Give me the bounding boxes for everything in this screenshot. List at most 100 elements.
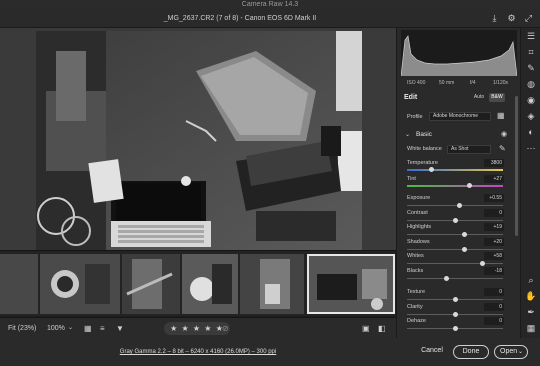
- workflow-options-link[interactable]: Gray Gamma 2.2 – 8 bit – 6240 x 4160 (26…: [0, 338, 396, 366]
- filmstrip-thumb[interactable]: [182, 254, 238, 314]
- slider-row-whites: Whites +58: [397, 252, 520, 266]
- visibility-eye-icon[interactable]: ◉: [501, 130, 507, 138]
- filmstrip-thumb[interactable]: [240, 254, 304, 314]
- done-button[interactable]: Done: [453, 345, 489, 359]
- dehaze-knob[interactable]: [453, 326, 458, 331]
- sampler-icon[interactable]: ✒: [525, 306, 537, 318]
- filmstrip-thumb-selected[interactable]: [307, 254, 395, 314]
- contrast-slider[interactable]: [407, 217, 503, 223]
- filmstrip-thumb[interactable]: [40, 254, 120, 314]
- profile-dropdown[interactable]: Adobe Monochrome: [429, 112, 491, 121]
- fullscreen-icon[interactable]: ⤢: [523, 13, 534, 24]
- tint-label: Tint: [407, 176, 416, 182]
- image-canvas[interactable]: [0, 28, 396, 250]
- texture-knob[interactable]: [453, 297, 458, 302]
- cancel-button[interactable]: Cancel: [414, 345, 450, 359]
- compare-view-icon[interactable]: ▣: [362, 318, 370, 339]
- filter-icon[interactable]: ▼: [116, 318, 124, 339]
- file-name: _MG_2637.CR2 (7 of 8) - Canon EOS 6D Mar…: [163, 15, 317, 22]
- healing-brush-icon[interactable]: ✎: [525, 62, 537, 74]
- edit-header: Edit Auto B&W: [397, 90, 520, 106]
- eyedropper-icon[interactable]: ✎: [499, 144, 506, 153]
- white-balance-dropdown[interactable]: As Shot: [447, 145, 491, 154]
- slider-row-dehaze: Dehaze 0: [397, 317, 520, 331]
- whites-knob[interactable]: [480, 261, 485, 266]
- hand-icon[interactable]: ✋: [525, 290, 537, 302]
- blacks-knob[interactable]: [444, 275, 449, 281]
- whites-value[interactable]: +58: [484, 252, 504, 260]
- shadows-slider[interactable]: [407, 246, 503, 252]
- dehaze-slider[interactable]: [407, 326, 503, 331]
- exposure-value[interactable]: +0.55: [484, 194, 504, 202]
- chevron-down-icon[interactable]: ⌄: [68, 318, 73, 339]
- snapshots-icon[interactable]: ◈: [525, 110, 537, 122]
- edit-sliders-icon[interactable]: ☰: [525, 30, 537, 42]
- histogram-graph: [400, 35, 518, 77]
- temperature-slider[interactable]: [407, 167, 503, 172]
- more-icon[interactable]: ⋯: [525, 142, 537, 154]
- before-after-icon[interactable]: ◧: [378, 318, 386, 339]
- shadows-value[interactable]: +20: [484, 237, 504, 246]
- profile-browser-icon[interactable]: ▦: [497, 111, 505, 120]
- filmstrip-thumb[interactable]: [0, 254, 38, 314]
- star-rating[interactable]: ★ ★ ★ ★ ★: [164, 322, 230, 335]
- temperature-knob[interactable]: [429, 167, 434, 172]
- blacks-label: Blacks: [407, 267, 424, 274]
- temperature-label: Temperature: [407, 160, 438, 166]
- shadows-knob[interactable]: [462, 246, 467, 252]
- highlights-value[interactable]: +19: [484, 223, 504, 231]
- tint-slider[interactable]: [407, 183, 503, 188]
- exposure-label: Exposure: [407, 195, 431, 201]
- clarity-slider[interactable]: [407, 311, 503, 317]
- tint-knob[interactable]: [467, 183, 472, 188]
- bw-button[interactable]: B&W: [489, 93, 505, 102]
- zoom-percent[interactable]: 100%: [47, 318, 65, 339]
- zoom-icon[interactable]: ⌕: [525, 274, 537, 286]
- auto-button[interactable]: Auto: [471, 93, 487, 102]
- edit-title: Edit: [404, 94, 418, 101]
- white-balance-value: As Shot: [451, 146, 469, 152]
- white-balance-row: White balance As Shot ✎: [397, 144, 520, 156]
- tint-value[interactable]: +27: [484, 175, 504, 183]
- basic-section-header[interactable]: ⌄ Basic ◉: [397, 129, 520, 141]
- slider-row-blacks: Blacks -18: [397, 266, 520, 281]
- exposure-slider[interactable]: [407, 203, 503, 208]
- contrast-knob[interactable]: [453, 217, 458, 223]
- texture-value[interactable]: 0: [484, 288, 504, 296]
- delete-icon[interactable]: ⊘: [222, 318, 229, 339]
- dehaze-label: Dehaze: [407, 318, 426, 324]
- chevron-down-icon: ⌄: [405, 132, 411, 138]
- panel-scrollbar[interactable]: [515, 96, 518, 236]
- crop-icon[interactable]: ⌗: [525, 46, 537, 58]
- red-eye-icon[interactable]: ◉: [525, 94, 537, 106]
- clarity-knob[interactable]: [453, 311, 458, 317]
- highlights-slider[interactable]: [407, 232, 503, 237]
- slider-row-shadows: Shadows +20: [397, 237, 520, 252]
- zoom-fit[interactable]: Fit (23%): [8, 318, 36, 339]
- gear-icon[interactable]: ⚙: [506, 13, 517, 24]
- filmstrip-view-icon[interactable]: ▦: [84, 318, 92, 339]
- bottom-toolbar: Fit (23%) 100% ⌄ ▦ ≡ ▼ ★ ★ ★ ★ ★ ⊘ ▣ ◧: [0, 317, 396, 338]
- clarity-value[interactable]: 0: [484, 302, 504, 311]
- slider-row-clarity: Clarity 0: [397, 302, 520, 317]
- focal-length: 50 mm: [439, 80, 455, 86]
- aperture: f/4: [470, 80, 476, 86]
- grid-icon[interactable]: ▦: [525, 322, 537, 334]
- blacks-value[interactable]: -18: [484, 266, 504, 275]
- dehaze-value[interactable]: 0: [484, 317, 504, 325]
- presets-icon[interactable]: ◐: [525, 126, 537, 138]
- contrast-value[interactable]: 0: [484, 208, 504, 217]
- sort-icon[interactable]: ≡: [100, 318, 105, 339]
- masking-icon[interactable]: ◍: [525, 78, 537, 90]
- highlights-knob[interactable]: [462, 232, 467, 237]
- histogram: [400, 30, 518, 77]
- blacks-slider[interactable]: [407, 275, 503, 281]
- temperature-value[interactable]: 3800: [484, 159, 504, 167]
- exposure-knob[interactable]: [457, 203, 462, 208]
- open-button[interactable]: Open ⌄: [494, 345, 528, 359]
- whites-slider[interactable]: [407, 261, 503, 266]
- filmstrip-thumb[interactable]: [122, 254, 180, 314]
- save-icon[interactable]: ⤓: [489, 13, 500, 24]
- photo-preview: [36, 31, 362, 250]
- texture-slider[interactable]: [407, 297, 503, 302]
